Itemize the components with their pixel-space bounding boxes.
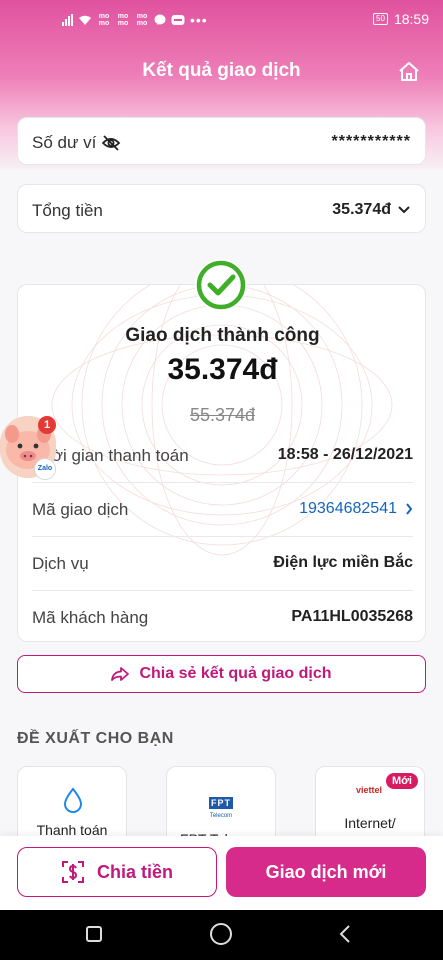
payment-time-row: Thời gian thanh toán 18:58 - 26/12/2021: [18, 429, 425, 483]
back-icon[interactable]: [338, 924, 352, 944]
transaction-id-label: Mã giao dịch: [32, 500, 129, 519]
service-value: Điện lực miền Bắc: [273, 554, 413, 571]
total-value: 35.374đ: [332, 201, 391, 218]
new-badge: Mới: [385, 773, 418, 789]
battery-icon: 50: [373, 13, 388, 25]
home-icon[interactable]: [397, 60, 421, 84]
customer-id-label: Mã khách hàng: [32, 608, 149, 627]
original-amount: 55.374đ: [189, 405, 256, 425]
split-bill-label: Chia tiền: [96, 861, 173, 882]
status-bar: mo mo mo mo mo mo ••• 50 18:59: [0, 0, 443, 40]
zalo-notification-icon: [171, 15, 185, 25]
share-result-button[interactable]: Chia sẻ kết quả giao dịch: [17, 655, 426, 693]
momo-notification-icon: mo mo: [98, 13, 110, 27]
wifi-icon: [79, 15, 91, 25]
zalo-icon: Zalo: [34, 458, 56, 480]
share-label: Chia sẻ kết quả giao dịch: [139, 665, 332, 682]
split-bill-button[interactable]: Chia tiền: [17, 847, 217, 897]
total-amount-card[interactable]: Tổng tiền 35.374đ: [17, 184, 426, 233]
viettel-logo-icon: viettel: [356, 785, 383, 795]
signal-icon: [62, 14, 73, 26]
transaction-id-row[interactable]: Mã giao dịch 19364682541: [18, 483, 425, 537]
total-label: Tổng tiền: [32, 201, 103, 220]
fpt-logo-icon: FPT Telecom: [209, 797, 233, 819]
service-label: Dịch vụ: [32, 554, 89, 573]
momo-notification-icon: mo mo: [136, 13, 148, 27]
eye-hidden-icon[interactable]: [101, 135, 121, 151]
system-navigation-bar: [0, 910, 443, 960]
payment-time-value: 18:58 - 26/12/2021: [277, 446, 413, 463]
customer-id-value: PA11HL0035268: [291, 608, 413, 625]
home-circle-icon[interactable]: [210, 923, 232, 945]
wallet-balance-card: Số dư ví ***********: [17, 117, 426, 165]
chevron-right-icon[interactable]: [405, 503, 413, 515]
paid-amount: 35.374đ: [167, 353, 278, 386]
water-drop-icon: [63, 787, 83, 813]
page-title: Kết quả giao dịch: [142, 60, 301, 81]
customer-id-row: Mã khách hàng PA11HL0035268: [18, 591, 425, 641]
more-notifications-icon: •••: [190, 12, 208, 28]
new-transaction-button[interactable]: Giao dịch mới: [226, 847, 426, 897]
transaction-id-value[interactable]: 19364682541: [299, 500, 397, 518]
balance-value: ***********: [331, 133, 411, 150]
status-title: Giao dịch thành công: [125, 325, 320, 346]
success-check-icon: [195, 259, 247, 311]
zalo-chat-head[interactable]: 1 Zalo: [0, 416, 58, 482]
suggestion-water[interactable]: Thanh toán: [17, 766, 127, 846]
app-header: Kết quả giao dịch: [0, 54, 443, 90]
momo-notification-icon: mo mo: [117, 13, 129, 27]
unread-count-badge: 1: [38, 416, 56, 434]
balance-label: Số dư ví: [32, 133, 97, 152]
clock: 18:59: [393, 11, 429, 27]
suggestion-label: Internet/: [344, 815, 396, 831]
messenger-icon: [154, 14, 166, 25]
service-row: Dịch vụ Điện lực miền Bắc: [18, 537, 425, 591]
chevron-down-icon[interactable]: [397, 205, 411, 215]
suggestion-fpt[interactable]: FPT Telecom FPT Telecom: [166, 766, 276, 846]
suggestions-title: ĐỀ XUẤT CHO BẠN: [17, 730, 174, 747]
bottom-action-bar: Chia tiền Giao dịch mới: [0, 836, 443, 910]
share-icon: [111, 667, 130, 681]
suggestion-viettel[interactable]: Mới viettel Internet/: [315, 766, 425, 846]
transaction-result-card: Giao dịch thành công 35.374đ 55.374đ Thờ…: [17, 284, 426, 642]
recent-apps-icon[interactable]: [86, 926, 102, 942]
split-money-icon: [61, 861, 84, 883]
